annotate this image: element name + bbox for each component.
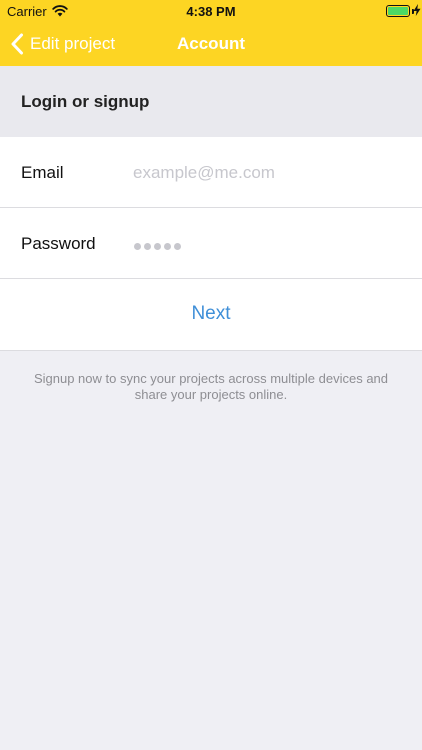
page-title: Account [177,34,245,53]
password-dot [164,243,171,250]
status-time: 4:38 PM [186,4,236,19]
next-row: Next [0,279,422,351]
email-row: Email [0,137,422,208]
account-screen: Carrier 4:38 PM Edit project Account Log… [0,0,422,750]
login-form: Email Password Next [0,137,422,351]
password-label: Password [21,234,96,253]
top-bar: Carrier 4:38 PM Edit project Account [0,0,422,66]
password-dot [144,243,151,250]
email-label: Email [21,163,64,182]
navigation-bar: Edit project Account [0,22,422,66]
battery-icon [386,5,410,17]
password-dot [154,243,161,250]
section-header: Login or signup [0,66,422,137]
email-field[interactable] [133,159,403,187]
password-row: Password [0,208,422,279]
password-dot [134,243,141,250]
charging-bolt-icon [413,4,421,16]
password-dot [174,243,181,250]
next-button[interactable]: Next [0,303,422,325]
status-bar: Carrier 4:38 PM [0,0,422,22]
battery-level [388,7,408,15]
row-divider [0,350,422,351]
section-header-label: Login or signup [21,92,150,111]
signup-note: Signup now to sync your projects across … [33,371,389,402]
password-field[interactable] [134,243,181,250]
